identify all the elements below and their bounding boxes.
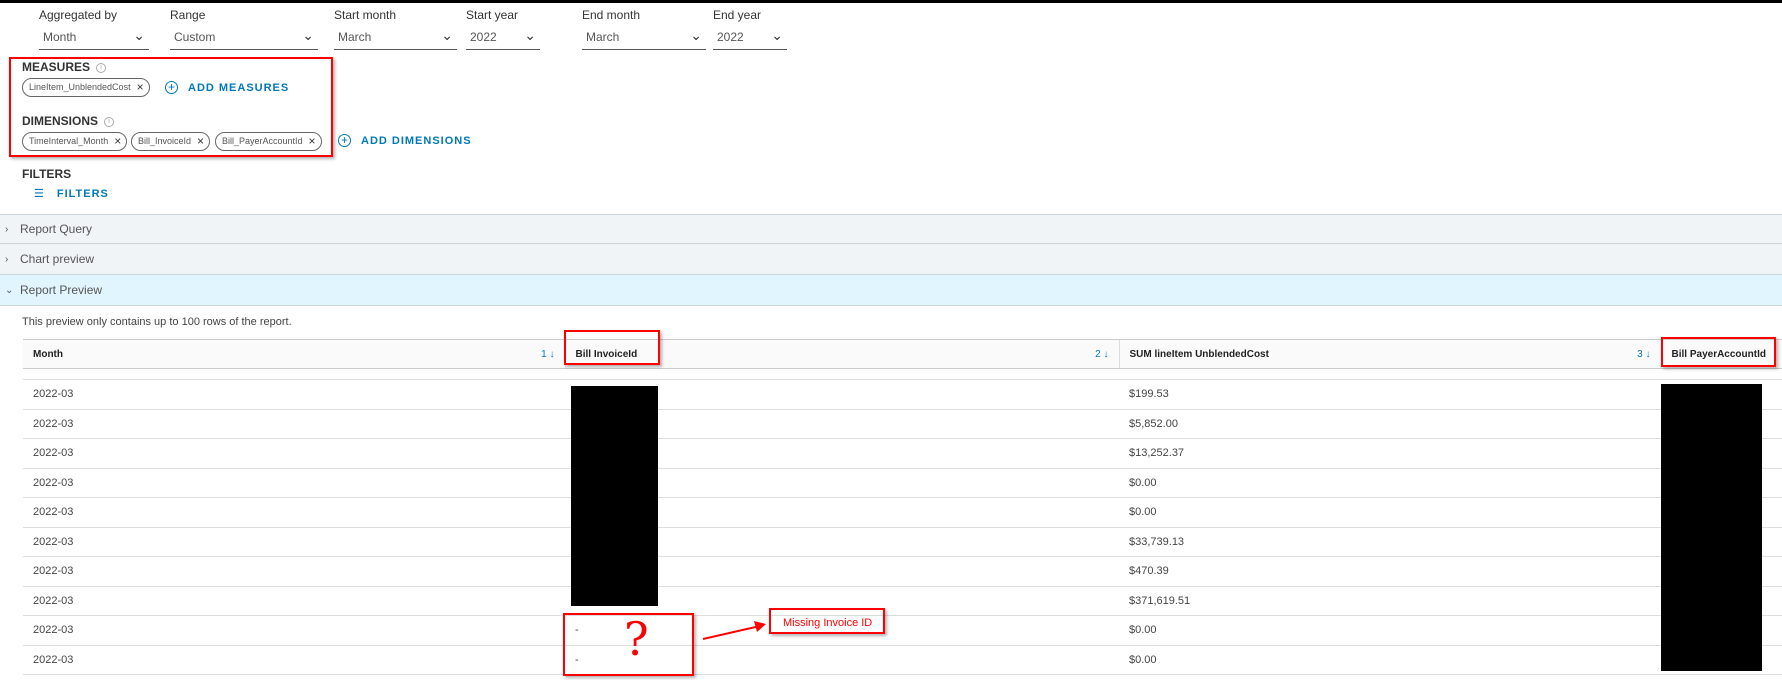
- field-label: End month: [582, 8, 641, 22]
- table-row: 2022-03- $0.00: [23, 645, 1782, 675]
- field-label: Start year: [466, 8, 519, 22]
- filters-label: FILTERS: [56, 188, 109, 200]
- cell-month: 2022-03: [23, 468, 565, 498]
- arrow-annotation-icon: [702, 621, 766, 640]
- table-row: 2022-03 $470.39: [23, 556, 1782, 587]
- field-label: Aggregated by: [39, 8, 118, 22]
- filters-heading: FILTERS: [22, 167, 72, 181]
- cell-cost: $0.00: [1119, 468, 1661, 498]
- table-row: 2022-03 $199.53: [23, 379, 1782, 410]
- start-year-select[interactable]: Start year 2022 ⌄: [466, 8, 540, 50]
- select-value: Month: [43, 30, 77, 44]
- chevron-down-icon: ⌄: [524, 27, 536, 43]
- cell-cost: $0.00: [1119, 615, 1661, 646]
- filters-button[interactable]: ☰ FILTERS: [34, 187, 109, 200]
- missing-invoice-id-callout: Missing Invoice ID: [769, 608, 885, 634]
- column-label: SUM lineItem UnblendedCost: [1129, 348, 1269, 360]
- select-value: 2022: [717, 30, 744, 44]
- aggregated-by-select[interactable]: Aggregated by Month ⌄: [39, 8, 149, 50]
- cell-month: 2022-03: [23, 379, 565, 410]
- section-report-preview[interactable]: ⌄ Report Preview: [0, 274, 1782, 306]
- table-row: 2022-03 $0.00: [23, 497, 1782, 528]
- cell-month: 2022-03: [23, 497, 565, 528]
- cell-month: 2022-03: [23, 556, 565, 587]
- range-select[interactable]: Range Custom ⌄: [170, 8, 318, 50]
- table-row-partial: [23, 368, 1782, 380]
- column-header-month[interactable]: Month 1 ↓: [23, 339, 565, 369]
- chevron-down-icon: ⌄: [690, 27, 702, 43]
- add-dimensions-label: ADD DIMENSIONS: [361, 135, 472, 147]
- report-preview-table: Month 1 ↓ Bill InvoiceId 2 ↓ SUM lineItem …: [23, 339, 1782, 675]
- table-row: 2022-03 $371,619.51: [23, 586, 1782, 616]
- sliders-icon: ☰: [34, 188, 45, 200]
- chevron-down-icon: ⌄: [441, 27, 453, 43]
- column-header-unblended-cost[interactable]: SUM lineItem UnblendedCost 3 ↓: [1118, 339, 1661, 369]
- cell-cost: $0.00: [1119, 497, 1661, 528]
- table-row: 2022-03 $0.00: [23, 468, 1782, 498]
- annotation-box-payer-header: [1661, 337, 1776, 367]
- sort-down-icon[interactable]: 3 ↓: [1637, 349, 1650, 360]
- chevron-right-icon: ›: [5, 223, 9, 235]
- redacted-payer-account-ids: [1661, 384, 1762, 671]
- chevron-down-icon: ⌄: [771, 27, 783, 43]
- question-mark-annotation: ?: [624, 612, 649, 666]
- annotation-box-measures-dimensions: [9, 57, 333, 157]
- cell-cost: $0.00: [1119, 645, 1661, 675]
- window-top-border: [0, 0, 1782, 3]
- field-label: End year: [713, 8, 762, 22]
- cell: [1119, 368, 1661, 380]
- callout-label: Missing Invoice ID: [783, 617, 873, 629]
- cell-cost: $5,852.00: [1119, 409, 1661, 439]
- annotation-box-invoice-header: [564, 330, 660, 365]
- chevron-down-icon: ⌄: [133, 27, 145, 43]
- cell-month: 2022-03: [23, 409, 565, 439]
- add-dimensions-button[interactable]: + ADD DIMENSIONS: [338, 134, 472, 147]
- cell-cost: $371,619.51: [1119, 586, 1661, 616]
- sort-down-icon[interactable]: 2 ↓: [1095, 349, 1108, 360]
- preview-note: This preview only contains up to 100 row…: [22, 316, 292, 328]
- cell-month: 2022-03: [23, 438, 565, 469]
- table-row: 2022-03 $5,852.00: [23, 409, 1782, 439]
- table-row: 2022-03- $0.00: [23, 615, 1782, 646]
- cell: [565, 368, 1119, 380]
- section-chart-preview[interactable]: › Chart preview: [0, 243, 1782, 274]
- chevron-down-icon: ⌄: [5, 284, 14, 296]
- end-year-select[interactable]: End year 2022 ⌄: [713, 8, 787, 50]
- cell-month: 2022-03: [23, 645, 565, 675]
- chevron-down-icon: ⌄: [302, 27, 314, 43]
- plus-circle-icon: +: [338, 134, 351, 147]
- select-value: Custom: [174, 30, 216, 44]
- cell-month: 2022-03: [23, 615, 565, 646]
- field-label: Start month: [334, 8, 397, 22]
- field-label: Range: [170, 8, 206, 22]
- table-row: 2022-03 $13,252.37: [23, 438, 1782, 469]
- sort-down-icon[interactable]: 1 ↓: [541, 349, 554, 360]
- end-month-select[interactable]: End month March ⌄: [582, 8, 706, 50]
- redacted-invoice-ids: [571, 386, 658, 606]
- section-label: Chart preview: [20, 252, 95, 266]
- section-label: Report Query: [20, 222, 93, 236]
- select-value: March: [586, 30, 620, 44]
- cell-cost: $33,739.13: [1119, 527, 1661, 557]
- select-value: March: [338, 30, 372, 44]
- cell-cost: $470.39: [1119, 556, 1661, 587]
- table-row: 2022-03 $33,739.13: [23, 527, 1782, 557]
- section-report-query[interactable]: › Report Query: [0, 214, 1782, 243]
- cell-month: 2022-03: [23, 527, 565, 557]
- section-label: Report Preview: [20, 283, 103, 297]
- cell-month: 2022-03: [23, 586, 565, 616]
- cell-cost: $13,252.37: [1119, 438, 1661, 469]
- chevron-right-icon: ›: [5, 253, 9, 265]
- column-label: Month: [33, 348, 63, 360]
- select-value: 2022: [470, 30, 497, 44]
- cell: [23, 368, 565, 380]
- start-month-select[interactable]: Start month March ⌄: [334, 8, 457, 50]
- cell: [1661, 368, 1782, 380]
- cell-cost: $199.53: [1119, 379, 1661, 410]
